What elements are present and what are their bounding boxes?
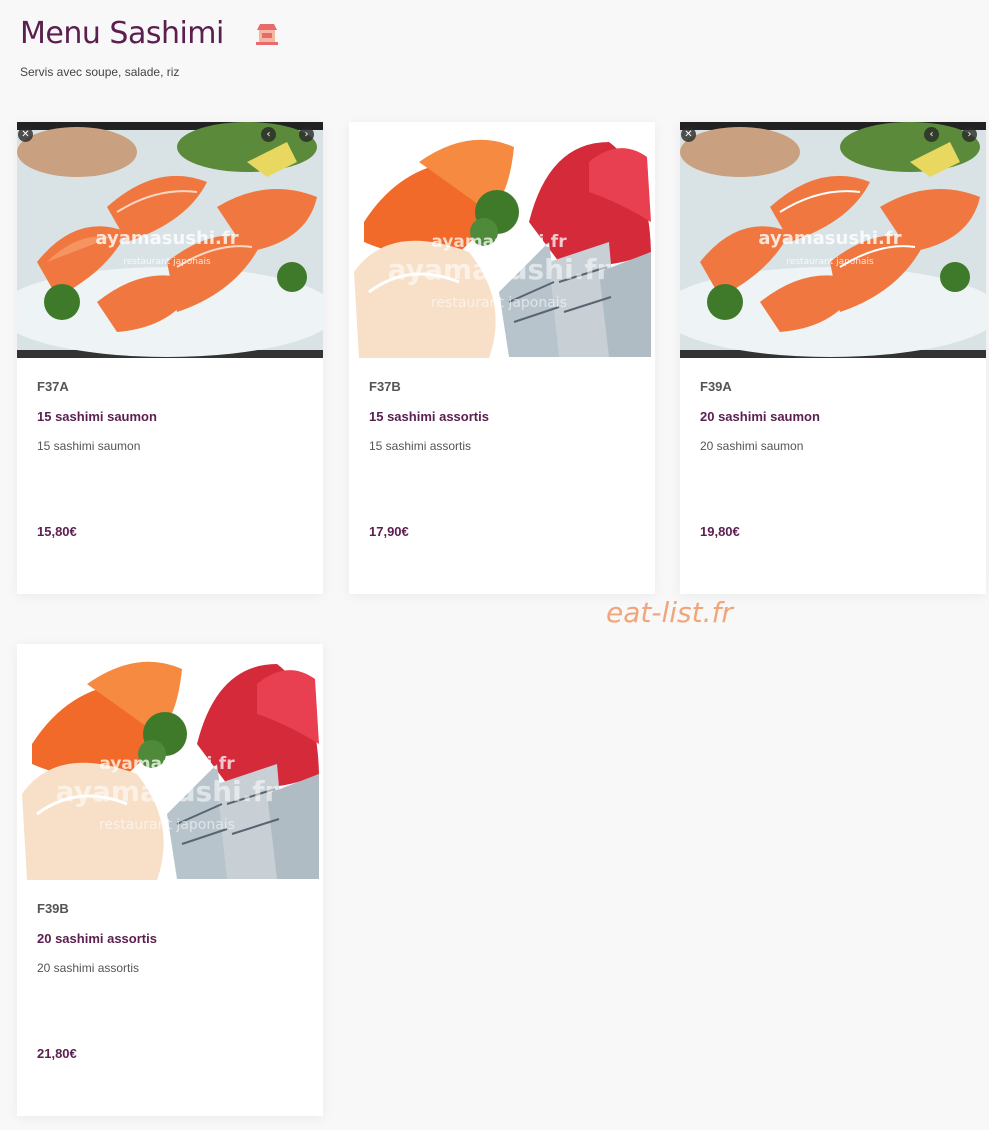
chevron-left-icon[interactable]: ‹ (924, 127, 939, 142)
photo-watermark-tagline: restaurant japonais (786, 257, 874, 267)
item-description: 15 sashimi saumon (37, 439, 141, 453)
item-code: F39A (700, 379, 732, 394)
item-price: 15,80€ (37, 524, 77, 539)
item-name[interactable]: 15 sashimi saumon (37, 409, 157, 424)
item-code: F37B (369, 379, 401, 394)
item-price: 19,80€ (700, 524, 740, 539)
page-subtitle: Servis avec soupe, salade, riz (20, 65, 180, 79)
watermark: eat-list.fr (606, 596, 733, 629)
assorted-sashimi-image[interactable]: ayamasushi.fr ayamasushi.fr restaurant j… (349, 122, 655, 358)
photo-watermark-tagline: restaurant japonais (99, 817, 235, 833)
item-name[interactable]: 20 sashimi assortis (37, 931, 157, 946)
item-name[interactable]: 15 sashimi assortis (369, 409, 489, 424)
photo-watermark-site: ayamasushi.fr (431, 232, 567, 252)
photo-watermark-site: ayamasushi.fr (95, 228, 238, 249)
item-name[interactable]: 20 sashimi saumon (700, 409, 820, 424)
photo-watermark-site-large: ayamasushi.fr (56, 775, 279, 808)
item-price: 21,80€ (37, 1046, 77, 1061)
close-icon[interactable]: ✕ (681, 127, 696, 142)
shop-icon (252, 19, 282, 49)
menu-card[interactable]: ayamasushi.fr restaurant japonais ✕ ‹ › … (17, 122, 323, 594)
menu-card[interactable]: ayamasushi.fr ayamasushi.fr restaurant j… (17, 644, 323, 1116)
page-title: Menu Sashimi (20, 16, 224, 51)
menu-card[interactable]: ayamasushi.fr ayamasushi.fr restaurant j… (349, 122, 655, 594)
salmon-sashimi-image[interactable]: ayamasushi.fr restaurant japonais (17, 122, 323, 358)
close-icon[interactable]: ✕ (18, 127, 33, 142)
chevron-right-icon[interactable]: › (299, 127, 314, 142)
chevron-right-icon[interactable]: › (962, 127, 977, 142)
photo-watermark-site-large: ayamasushi.fr (388, 253, 611, 286)
item-description: 20 sashimi assortis (37, 961, 140, 975)
photo-watermark-tagline: restaurant japonais (431, 295, 567, 311)
salmon-sashimi-image[interactable]: ayamasushi.fr restaurant japonais (680, 122, 986, 358)
item-description: 20 sashimi saumon (700, 439, 804, 453)
item-code: F39B (37, 901, 69, 916)
item-price: 17,90€ (369, 524, 409, 539)
chevron-left-icon[interactable]: ‹ (261, 127, 276, 142)
photo-watermark-site: ayamasushi.fr (758, 228, 901, 249)
menu-card[interactable]: ayamasushi.fr restaurant japonais ✕ ‹ › … (680, 122, 986, 594)
photo-watermark-site: ayamasushi.fr (99, 754, 235, 774)
item-code: F37A (37, 379, 69, 394)
assorted-sashimi-image[interactable]: ayamasushi.fr ayamasushi.fr restaurant j… (17, 644, 323, 880)
item-description: 15 sashimi assortis (369, 439, 472, 453)
page-header: Menu Sashimi Servis avec soupe, salade, … (20, 16, 282, 79)
photo-watermark-tagline: restaurant japonais (123, 257, 211, 267)
